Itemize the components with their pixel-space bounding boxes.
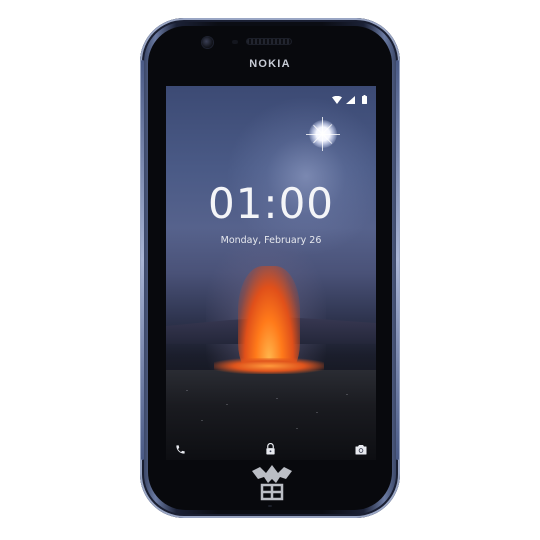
ground-speck — [346, 394, 348, 395]
phone-icon[interactable] — [175, 440, 186, 459]
brand-logo: NOKIA — [249, 58, 291, 70]
front-camera — [202, 37, 213, 48]
lockscreen-date: Monday, February 26 — [220, 235, 322, 246]
left-frame-trim — [141, 60, 144, 460]
earpiece-speaker — [247, 39, 291, 44]
status-bar — [166, 86, 376, 104]
ground-speck — [316, 412, 318, 413]
camera-icon[interactable] — [355, 440, 367, 459]
microphone-hole — [268, 505, 272, 507]
ground-speck — [201, 420, 203, 421]
sky-glow — [226, 96, 376, 256]
watermark-emblem-icon — [252, 465, 292, 501]
ground-speck — [276, 398, 278, 399]
lock-icon[interactable] — [265, 440, 276, 459]
lockscreen-clock: 01:00 — [207, 179, 335, 228]
lock-screen[interactable]: 01:00 Monday, February 26 — [166, 86, 376, 460]
ground-speck — [296, 428, 298, 429]
lava-glow — [214, 358, 324, 374]
signal-icon — [346, 89, 355, 108]
ground-speck — [186, 390, 188, 391]
ground-speck — [226, 404, 228, 405]
battery-icon — [362, 89, 367, 108]
right-frame-trim — [396, 60, 399, 460]
proximity-sensor — [232, 40, 238, 44]
wifi-icon — [332, 89, 342, 108]
